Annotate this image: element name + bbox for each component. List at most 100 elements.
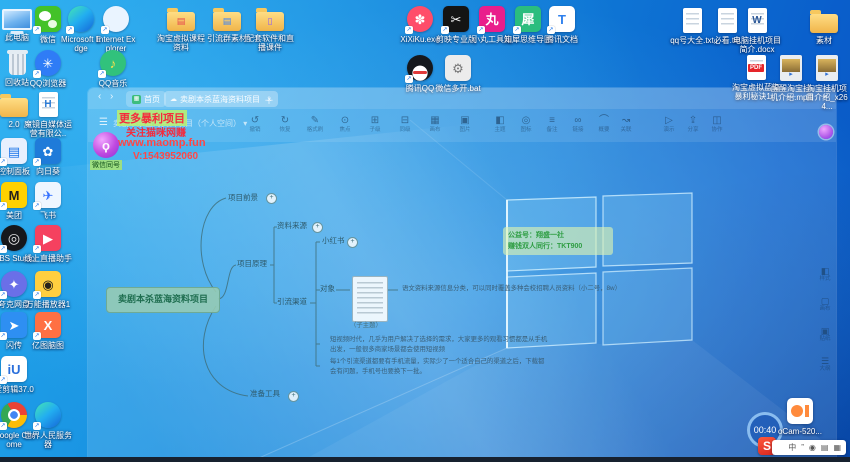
promo-watermark-green: 公益号：翔盛一社 赚钱双人同行：TKT900 (503, 227, 613, 255)
mindmap-node-source[interactable]: 资料来源 (277, 221, 307, 230)
document-title[interactable]: 卖剧本杀蓝海资料项目（个人空间） ▾ (113, 118, 247, 129)
mindmap-node-principle[interactable]: 项目原理 (237, 259, 267, 268)
shortcut-arrow-icon (66, 26, 74, 34)
toolbar-button-图片[interactable]: ▣图片 (453, 115, 477, 133)
collapse-badge-icon[interactable]: + (347, 237, 358, 248)
side-tool-icon: ▢ (814, 296, 836, 306)
desktop-icon-feishu[interactable]: ✈飞书 (25, 182, 71, 220)
toolbar-button-恢复[interactable]: ↻恢复 (273, 115, 297, 133)
toolbar-button-概要[interactable]: ⌒概要 (592, 115, 616, 133)
tab-home[interactable]: ▦ 首页 (126, 91, 166, 107)
toolbar-button-子级[interactable]: ⊞子级 (363, 115, 387, 133)
mindmap-node-xiaohongshu[interactable]: 小红书 (322, 236, 345, 245)
collapse-badge-icon[interactable]: + (288, 391, 299, 402)
mindmap-node-subtopic[interactable]: （子主题） (350, 322, 382, 330)
user-avatar[interactable] (819, 125, 833, 139)
ime-punct-icon[interactable]: ” (801, 443, 804, 452)
shortcut-arrow-icon (441, 26, 449, 34)
sunflower-remote-icon: ✿ (35, 138, 61, 164)
shortcut-arrow-icon (0, 332, 7, 340)
mindmap-node-text-1[interactable]: 语文资料来源信息分类，可以同时覆盖多种会校招聘人员资料（小二号，8w） (402, 284, 732, 294)
desktop-icon-ocam[interactable]: oCam-520... (776, 398, 824, 436)
home-icon: ▦ (132, 95, 141, 104)
minimize-button[interactable]: — (788, 92, 796, 101)
toolbar-button-链接[interactable]: ∞链接 (566, 115, 590, 133)
desktop-icon-world-server[interactable]: 世界人民服务器 (24, 402, 72, 449)
collapse-badge-icon[interactable]: + (266, 193, 277, 204)
mindmap-node-root[interactable]: 卖剧本杀蓝海资料项目 (106, 287, 220, 313)
iu-jianji-icon: iU (1, 356, 27, 382)
nav-back-icon[interactable]: ‹ (98, 91, 101, 102)
toolbar-button-焦点[interactable]: ⊙焦点 (333, 115, 357, 133)
ime-keyboard-icon[interactable]: ▤ (821, 443, 829, 452)
desktop-icon-label: 魔镜自媒体运营有限公.. (22, 120, 74, 138)
mindmap-node-prospect[interactable]: 项目前景 (228, 193, 258, 202)
toolbar-label: 主题 (488, 127, 512, 133)
ime-lang-icon[interactable]: 中 (788, 443, 796, 452)
toolbar-icon: ▷ (657, 115, 681, 126)
desktop-icon-live-assistant[interactable]: ▶线上直播助手 (23, 225, 73, 263)
desktop-icon-label: QQ音乐 (90, 79, 136, 88)
desktop-icon-project-intro-docx[interactable]: W电脑挂机项目简介.docx (731, 8, 783, 54)
toolbar-button-关联[interactable]: ↝关联 (614, 115, 638, 133)
side-tool-大纲[interactable]: ☰大纲 (814, 356, 836, 372)
toolbar-button-撤销[interactable]: ↺撤销 (243, 115, 267, 133)
toolbar-button-格式刷[interactable]: ✎格式刷 (303, 115, 327, 133)
desktop-icon-mojing-doc[interactable]: H魔镜自媒体运营有限公.. (22, 92, 74, 138)
desktop-icon-iu-jianji[interactable]: iU爱剪辑37.0 (0, 356, 38, 394)
tab-document[interactable]: ☁ 卖剧本杀蓝海资料项目 × (164, 91, 278, 107)
toolbar-icon: ▣ (453, 115, 477, 126)
mindmap-image-node[interactable] (352, 276, 388, 322)
side-tool-样式[interactable]: ◧样式 (814, 266, 836, 282)
ime-mic-icon[interactable]: ◉ (809, 443, 816, 452)
toolbar-button-同级[interactable]: ⊟同级 (393, 115, 417, 133)
toolbar-button-图标[interactable]: ◎图标 (514, 115, 538, 133)
desktop-icon-sunflower-remote[interactable]: ✿向日葵 (25, 138, 71, 176)
desktop-icon-qq-music[interactable]: ♪QQ音乐 (90, 50, 136, 88)
toolbar-icon: ∞ (566, 115, 590, 126)
mindmap-node-tools[interactable]: 准备工具 (250, 389, 280, 398)
toolbar-button-演示[interactable]: ▷演示 (657, 115, 681, 133)
new-tab-button[interactable]: ＋ (264, 92, 274, 107)
mindmap-node-text-3[interactable]: 每1个引流渠道都要有手机流量，实际少了一个适合自己的渠道之后，下载都会有问题，手… (330, 357, 548, 376)
desktop-icon-internet-explorer[interactable]: Internet Explorer (95, 6, 137, 53)
toolbar-label: 演示 (657, 127, 681, 133)
mindmap-connectors (88, 88, 836, 458)
maximize-button[interactable]: ▢ (806, 92, 814, 101)
nav-forward-icon[interactable]: › (110, 91, 113, 102)
side-tool-label: 贴纸 (814, 336, 836, 342)
toolbar-button-协作[interactable]: ◫协作 (705, 115, 729, 133)
mindmap-node-channel[interactable]: 引流渠道 (277, 297, 307, 306)
toolbar-button-画布[interactable]: ▦画布 (423, 115, 447, 133)
guaji-x264-mp4-icon: ▸ (816, 55, 838, 81)
ime-toolbox-icon[interactable]: ▦ (833, 443, 841, 452)
app-tab-bar: ‹ › ▦ 首页 ☁ 卖剧本杀蓝海资料项目 × ＋ — ▢ × (88, 88, 836, 109)
desktop-icon-taobao-course-folder[interactable]: ▤淘宝虚拟课程资料 (155, 6, 207, 52)
collapse-badge-icon[interactable]: + (312, 222, 323, 233)
desktop-icon-label: 素材 (801, 36, 847, 45)
zhixi-mindmap-icon: 犀 (515, 6, 541, 32)
toolbar-button-分享[interactable]: ⇪分享 (681, 115, 705, 133)
side-tool-label: 大纲 (814, 366, 836, 372)
internet-explorer-icon (103, 6, 129, 32)
desktop-icon-yitu-mindmaster[interactable]: X亿图脑图 (25, 312, 71, 350)
desktop-icon-qq-browser[interactable]: ✳QQ浏览器 (25, 50, 71, 88)
desktop-icon-software-courseware-folder[interactable]: ▯配套软件和直播课件 (243, 6, 297, 52)
desktop-icon-material-folder[interactable]: 素材 (801, 8, 847, 45)
toolbar-button-主题[interactable]: ◧主题 (488, 115, 512, 133)
toolbar-icon: ↻ (273, 115, 297, 126)
taskbar[interactable] (0, 457, 850, 462)
shortcut-arrow-icon (33, 245, 41, 253)
menu-icon[interactable]: ☰ (99, 117, 108, 128)
toolbar-icon: ≡ (540, 115, 564, 126)
desktop-icon-universal-player[interactable]: ◉万能播放器1 (23, 271, 73, 309)
mindmap-node-text-2[interactable]: 短视频时代，几乎为用户解决了选择的需求，大家更多的观看习惯都是从手机出发，一般很… (330, 335, 552, 354)
side-tool-画布[interactable]: ▢画布 (814, 296, 836, 312)
side-tool-贴纸[interactable]: ▣贴纸 (814, 326, 836, 342)
side-tool-label: 样式 (814, 276, 836, 282)
desktop-icon-tencent-docs[interactable]: T腾讯文档 (539, 6, 585, 44)
toolbar-button-备注[interactable]: ≡备注 (540, 115, 564, 133)
world-server-icon (35, 402, 61, 428)
mindmap-node-target[interactable]: 对象 (320, 284, 335, 293)
close-window-button[interactable]: × (823, 92, 828, 101)
